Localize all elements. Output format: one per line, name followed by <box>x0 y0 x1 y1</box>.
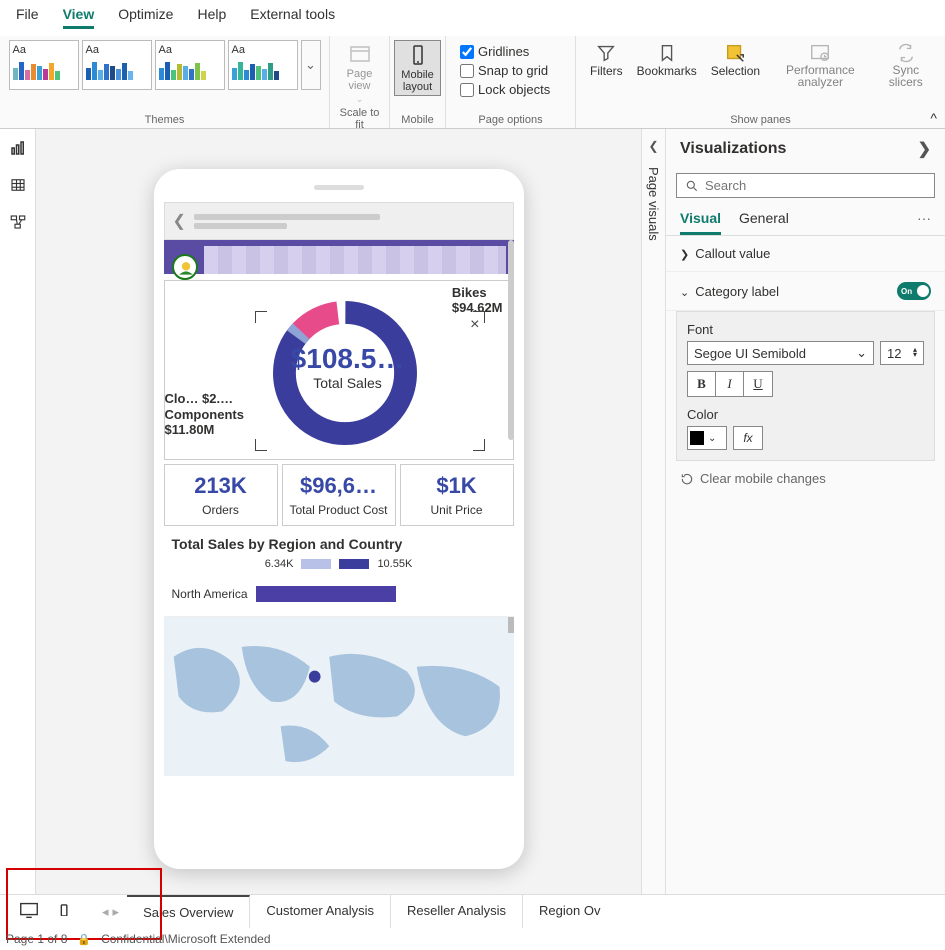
back-icon[interactable]: ❮ <box>173 211 186 231</box>
bold-button[interactable]: B <box>688 372 716 396</box>
section-callout-value[interactable]: ❯Callout value <box>666 236 945 272</box>
left-nav-rail <box>0 129 36 919</box>
ribbon: Aa Aa Aa Aa ⌄ Themes Page view ⌄ Scale t… <box>0 36 945 129</box>
performance-analyzer-button[interactable]: Performance analyzer <box>768 40 872 90</box>
font-size-input[interactable]: 12▴▾ <box>880 341 924 365</box>
fx-button[interactable]: fx <box>733 426 763 450</box>
kpi-product-cost[interactable]: $96,6…Total Product Cost <box>282 464 396 526</box>
theme-preset-4[interactable]: Aa <box>228 40 298 90</box>
bookmarks-pane-button[interactable]: Bookmarks <box>631 40 703 90</box>
font-color-picker[interactable]: ⌄ <box>687 426 727 450</box>
menu-bar: File View Optimize Help External tools <box>0 0 945 36</box>
map-visual[interactable] <box>164 616 514 776</box>
menu-external-tools[interactable]: External tools <box>250 6 335 29</box>
bar-label-na: North America <box>172 587 248 601</box>
menu-help[interactable]: Help <box>197 6 226 29</box>
snap-to-grid-checkbox[interactable]: Snap to grid <box>460 63 550 78</box>
model-view-icon[interactable] <box>9 213 27 234</box>
collapse-ribbon-icon[interactable]: ^ <box>930 110 937 126</box>
tab-visual[interactable]: Visual <box>680 210 721 235</box>
format-tabset: Visual General ··· <box>666 202 945 236</box>
donut-label-clothing: Clo… $2.… <box>165 391 234 406</box>
lock-icon: 🔒 <box>77 933 91 946</box>
color-label: Color <box>687 407 924 422</box>
category-label-properties: Font Segoe UI Semibold⌄ 12▴▾ B I U Color… <box>676 311 935 461</box>
close-icon[interactable]: × <box>470 316 479 334</box>
menu-view[interactable]: View <box>63 6 95 29</box>
total-sales-donut-visual[interactable]: $108.5… Total Sales Bikes$94.62M Clo… $2… <box>164 280 514 460</box>
tab-general[interactable]: General <box>739 210 789 235</box>
phone-speaker-icon <box>314 185 364 190</box>
status-bar: Page 1 of 8 🔒 Confidential\Microsoft Ext… <box>0 928 945 950</box>
show-panes-label: Show panes <box>730 114 791 126</box>
kpi-row: 213KOrders $96,6…Total Product Cost $1KU… <box>164 464 514 526</box>
page-tab-customer-analysis[interactable]: Customer Analysis <box>250 895 391 928</box>
menu-optimize[interactable]: Optimize <box>118 6 173 29</box>
mobile-layout-button[interactable]: Mobile layout <box>394 40 440 96</box>
sensitivity-label: Confidential\Microsoft Extended <box>101 932 270 946</box>
theme-preset-3[interactable]: Aa <box>155 40 225 90</box>
lock-objects-checkbox[interactable]: Lock objects <box>460 82 550 97</box>
menu-file[interactable]: File <box>16 6 39 29</box>
header-banner <box>164 240 514 274</box>
donut-label-components: Components$11.80M <box>165 407 244 437</box>
page-tab-region[interactable]: Region Ov <box>523 895 616 928</box>
phone-header: ❮ <box>164 202 514 240</box>
chevron-left-icon[interactable]: ❮ <box>648 139 658 153</box>
themes-group-label: Themes <box>145 114 185 126</box>
visualizations-panel: Visualizations ❯ Visual General ··· ❯Cal… <box>665 129 945 919</box>
section-category-label[interactable]: ⌄Category label On <box>666 272 945 311</box>
category-label-toggle[interactable]: On <box>897 282 931 300</box>
panel-title: Visualizations <box>680 140 786 158</box>
italic-button[interactable]: I <box>716 372 744 396</box>
page-indicator: Page 1 of 8 <box>6 932 67 946</box>
design-canvas: ❮ $108.5… Total Sales <box>36 129 641 919</box>
data-view-icon[interactable] <box>9 176 27 197</box>
page-tab-reseller-analysis[interactable]: Reseller Analysis <box>391 895 523 928</box>
page-visuals-tab[interactable]: Page visuals <box>646 167 661 241</box>
search-input[interactable] <box>676 173 935 198</box>
page-view-button[interactable]: Page view ⌄ <box>338 40 381 107</box>
gradient-legend: 6.34K10.55K <box>172 558 506 570</box>
font-label: Font <box>687 322 924 337</box>
theme-preset-1[interactable]: Aa <box>9 40 79 90</box>
page-options-label: Page options <box>478 114 542 126</box>
theme-dropdown[interactable]: ⌄ <box>301 40 321 90</box>
collapsed-pane-rail: ❮ Page visuals <box>641 129 665 919</box>
mobile-group-label: Mobile <box>401 114 433 126</box>
search-icon <box>685 179 699 193</box>
scale-group-label: Scale to fit <box>338 107 381 131</box>
reset-icon <box>680 472 694 486</box>
theme-preset-2[interactable]: Aa <box>82 40 152 90</box>
filters-pane-button[interactable]: Filters <box>584 40 629 90</box>
scrollbar[interactable] <box>508 617 514 633</box>
bar-na <box>256 586 396 602</box>
selection-pane-button[interactable]: Selection <box>705 40 766 90</box>
report-view-icon[interactable] <box>9 139 27 160</box>
region-bar-visual[interactable]: Total Sales by Region and Country 6.34K1… <box>164 530 514 608</box>
font-family-select[interactable]: Segoe UI Semibold⌄ <box>687 341 874 365</box>
kpi-orders[interactable]: 213KOrders <box>164 464 278 526</box>
more-options-icon[interactable]: ··· <box>917 210 931 235</box>
visual-selection-handles[interactable]: × <box>255 311 485 451</box>
scrollbar[interactable] <box>508 240 514 440</box>
sync-slicers-button[interactable]: Sync slicers <box>875 40 937 90</box>
underline-button[interactable]: U <box>744 372 772 396</box>
gridlines-checkbox[interactable]: Gridlines <box>460 44 550 59</box>
kpi-unit-price[interactable]: $1KUnit Price <box>400 464 514 526</box>
mobile-layout-preview: ❮ $108.5… Total Sales <box>154 169 524 869</box>
company-logo-icon <box>172 254 198 280</box>
chevron-right-icon[interactable]: ❯ <box>918 139 931 159</box>
clear-mobile-changes[interactable]: Clear mobile changes <box>666 461 945 496</box>
